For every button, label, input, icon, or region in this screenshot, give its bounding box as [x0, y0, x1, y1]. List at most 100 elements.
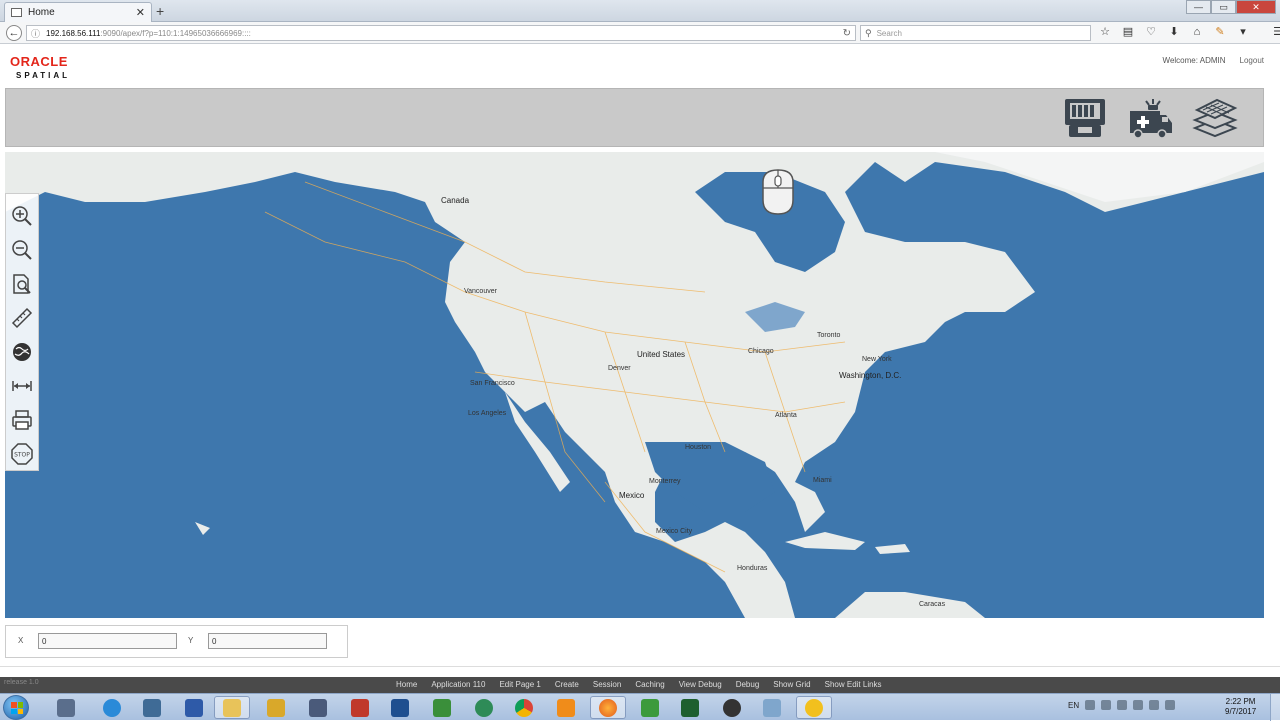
clock-date: 9/7/2017	[1225, 707, 1257, 716]
network-status-icon[interactable]	[1149, 700, 1160, 710]
dev-link-view-debug[interactable]: View Debug	[679, 680, 722, 689]
taskbar-vlc[interactable]	[548, 696, 584, 719]
menu-icon[interactable]: ☰	[1271, 25, 1280, 39]
taskbar-app6[interactable]	[258, 696, 294, 719]
layers-icon	[1192, 98, 1238, 138]
close-tab-icon[interactable]: ✕	[136, 6, 145, 19]
x-label: X	[18, 636, 24, 645]
show-desktop-button[interactable]	[1270, 694, 1280, 721]
taskbar-firefox[interactable]	[590, 696, 626, 719]
minimize-button[interactable]: —	[1186, 0, 1211, 14]
map-label-monterrey: Monterrey	[649, 478, 681, 485]
reading-list-icon[interactable]: ▤	[1121, 25, 1135, 39]
y-coordinate-input[interactable]	[208, 633, 327, 649]
back-button[interactable]: ←	[6, 25, 22, 41]
zoom-area-button[interactable]	[10, 272, 34, 296]
developer-toolbar: release 1.0 Home Application 110 Edit Pa…	[0, 677, 1280, 693]
taskbar-explorer[interactable]	[214, 696, 250, 719]
download-icon[interactable]: ⬇	[1167, 25, 1181, 39]
map-tools-panel: STOP	[5, 193, 39, 471]
map-label-united-states: United States	[637, 350, 686, 359]
system-clock[interactable]: 2:22 PM 9/7/2017	[1225, 697, 1256, 717]
taskbar-app18[interactable]	[754, 696, 790, 719]
app-header: ORACLE SPATIAL Welcome: ADMIN Logout	[0, 44, 1280, 88]
tray-icon[interactable]	[1117, 700, 1128, 710]
bookmark-star-icon[interactable]: ☆	[1098, 25, 1112, 39]
taskbar-app9[interactable]	[382, 696, 418, 719]
globe-icon	[13, 343, 31, 361]
dev-link-application[interactable]: Application 110	[431, 680, 485, 689]
search-icon: ⚲	[865, 27, 872, 38]
volume-icon[interactable]	[1165, 700, 1176, 710]
logout-link[interactable]: Logout	[1240, 56, 1264, 65]
windows-logo-icon	[11, 702, 23, 714]
start-button[interactable]	[3, 695, 29, 720]
oracle-spatial-logo[interactable]: ORACLE SPATIAL	[10, 54, 90, 80]
taskbar-app19[interactable]	[796, 696, 832, 719]
home-icon[interactable]: ⌂	[1190, 25, 1204, 39]
taskbar-app4[interactable]	[176, 696, 212, 719]
dev-link-create[interactable]: Create	[555, 680, 579, 689]
search-input[interactable]: ⚲ Search	[860, 25, 1091, 41]
taskbar-app15[interactable]	[632, 696, 668, 719]
dev-link-debug[interactable]: Debug	[736, 680, 760, 689]
taskbar-virtualbox[interactable]	[48, 696, 84, 719]
dev-link-home[interactable]: Home	[396, 680, 417, 689]
pocket-icon[interactable]: ♡	[1144, 25, 1158, 39]
browser-tab-bar: Home ✕ + — ▭ ✕	[0, 0, 1280, 22]
layers-button[interactable]	[1191, 94, 1239, 142]
dev-link-caching[interactable]: Caching	[635, 680, 664, 689]
dropdown-icon[interactable]: ▾	[1236, 25, 1250, 39]
zoom-out-button[interactable]	[10, 238, 34, 262]
firefox-icon	[599, 698, 617, 717]
distance-button[interactable]	[10, 374, 34, 398]
tray-icon[interactable]	[1133, 700, 1144, 710]
taskbar-network[interactable]	[134, 696, 170, 719]
x-coordinate-input[interactable]	[38, 633, 177, 649]
internet-explorer-icon	[103, 698, 121, 717]
taskbar-chrome[interactable]	[506, 696, 542, 719]
zoom-out-icon	[12, 240, 32, 260]
taskbar-app7[interactable]	[300, 696, 336, 719]
map-label-washington: Washington, D.C.	[839, 371, 902, 380]
extension-icon[interactable]: ✎	[1213, 25, 1227, 39]
dev-link-session[interactable]: Session	[593, 680, 621, 689]
tray-icon[interactable]	[1085, 700, 1096, 710]
virtualbox-icon	[57, 698, 75, 717]
new-tab-button[interactable]: +	[156, 3, 164, 19]
document-icon	[185, 698, 203, 717]
print-button[interactable]	[10, 408, 34, 432]
browser-tab[interactable]: Home ✕	[4, 2, 152, 22]
taskbar-app11[interactable]	[466, 696, 502, 719]
stop-button[interactable]: STOP	[10, 442, 34, 466]
app6-icon	[267, 698, 285, 717]
maximize-button[interactable]: ▭	[1211, 0, 1236, 14]
map-label-denver: Denver	[608, 365, 631, 372]
measure-button[interactable]	[10, 306, 34, 330]
map-canvas[interactable]: Canada United States Mexico Honduras Car…	[5, 152, 1264, 618]
map-label-canada: Canada	[441, 196, 470, 205]
info-icon[interactable]: ⓘ	[31, 27, 40, 40]
full-extent-button[interactable]	[10, 340, 34, 364]
user-links: Welcome: ADMIN Logout	[1163, 56, 1264, 65]
taskbar-ie[interactable]	[94, 696, 130, 719]
dev-link-show-edit-links[interactable]: Show Edit Links	[825, 680, 882, 689]
zoom-in-button[interactable]	[10, 204, 34, 228]
taskbar-app10[interactable]	[424, 696, 460, 719]
dev-link-show-grid[interactable]: Show Grid	[773, 680, 810, 689]
coordinates-panel: X Y	[5, 625, 348, 658]
map-label-new-york: New York	[862, 356, 892, 363]
taskbar-app16[interactable]	[672, 696, 708, 719]
ambulance-button[interactable]	[1126, 94, 1174, 142]
map-label-honduras: Honduras	[737, 565, 768, 572]
window-close-button[interactable]: ✕	[1236, 0, 1276, 14]
reload-icon[interactable]: ↻	[843, 28, 851, 39]
map-label-mexico-city: Mexico City	[656, 528, 693, 535]
language-indicator[interactable]: EN	[1068, 701, 1079, 710]
dev-link-edit-page[interactable]: Edit Page 1	[499, 680, 540, 689]
tray-icon[interactable]	[1101, 700, 1112, 710]
kiosk-button[interactable]	[1061, 94, 1109, 142]
url-bar[interactable]: ⓘ 192.168.56.111 :9090/apex/f?p=110:1:14…	[26, 25, 856, 41]
taskbar-app17[interactable]	[714, 696, 750, 719]
taskbar-app8[interactable]	[342, 696, 378, 719]
